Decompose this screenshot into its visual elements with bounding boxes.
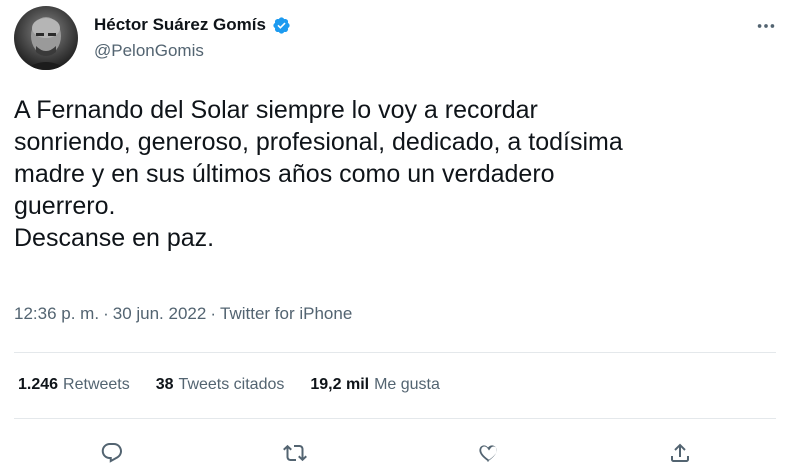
retweets-stat[interactable]: 1.246 Retweets — [18, 376, 130, 394]
retweets-count: 1.246 — [18, 376, 59, 393]
more-icon[interactable] — [752, 12, 780, 40]
retweets-label: Retweets — [63, 376, 130, 393]
heart-icon[interactable] — [472, 436, 506, 470]
quotes-count: 38 — [155, 376, 174, 393]
verified-badge-icon — [272, 16, 291, 35]
likes-count: 19,2 mil — [310, 376, 370, 393]
tweet-time[interactable]: 12:36 p. m. — [14, 304, 99, 324]
likes-label: Me gusta — [374, 376, 440, 393]
share-icon[interactable] — [663, 436, 697, 470]
tweet-header: Héctor Suárez Gomís @PelonGomis — [14, 6, 786, 70]
likes-stat[interactable]: 19,2 mil Me gusta — [310, 376, 440, 394]
tweet-source[interactable]: Twitter for iPhone — [220, 304, 352, 324]
author-display-name[interactable]: Héctor Suárez Gomís — [94, 15, 266, 35]
quotes-stat[interactable]: 38 Tweets citados — [156, 376, 285, 394]
author-names: Héctor Suárez Gomís @PelonGomis — [94, 15, 291, 61]
tweet-meta: 12:36 p. m. · 30 jun. 2022 · Twitter for… — [14, 304, 352, 324]
tweet-stats: 1.246 Retweets 38 Tweets citados 19,2 mi… — [18, 376, 440, 394]
divider — [14, 352, 776, 353]
meta-separator: · — [210, 304, 216, 323]
avatar[interactable] — [14, 6, 78, 70]
tweet-card: Héctor Suárez Gomís @PelonGomis A Fernan… — [0, 0, 800, 476]
retweet-icon[interactable] — [278, 436, 312, 470]
quotes-label: Tweets citados — [178, 376, 285, 393]
meta-separator: · — [103, 304, 109, 323]
tweet-actions — [0, 436, 800, 470]
reply-icon[interactable] — [95, 436, 129, 470]
divider — [14, 418, 776, 419]
author-handle[interactable]: @PelonGomis — [94, 41, 291, 61]
tweet-text: A Fernando del Solar siempre lo voy a re… — [14, 96, 623, 252]
tweet-date[interactable]: 30 jun. 2022 — [113, 304, 207, 324]
